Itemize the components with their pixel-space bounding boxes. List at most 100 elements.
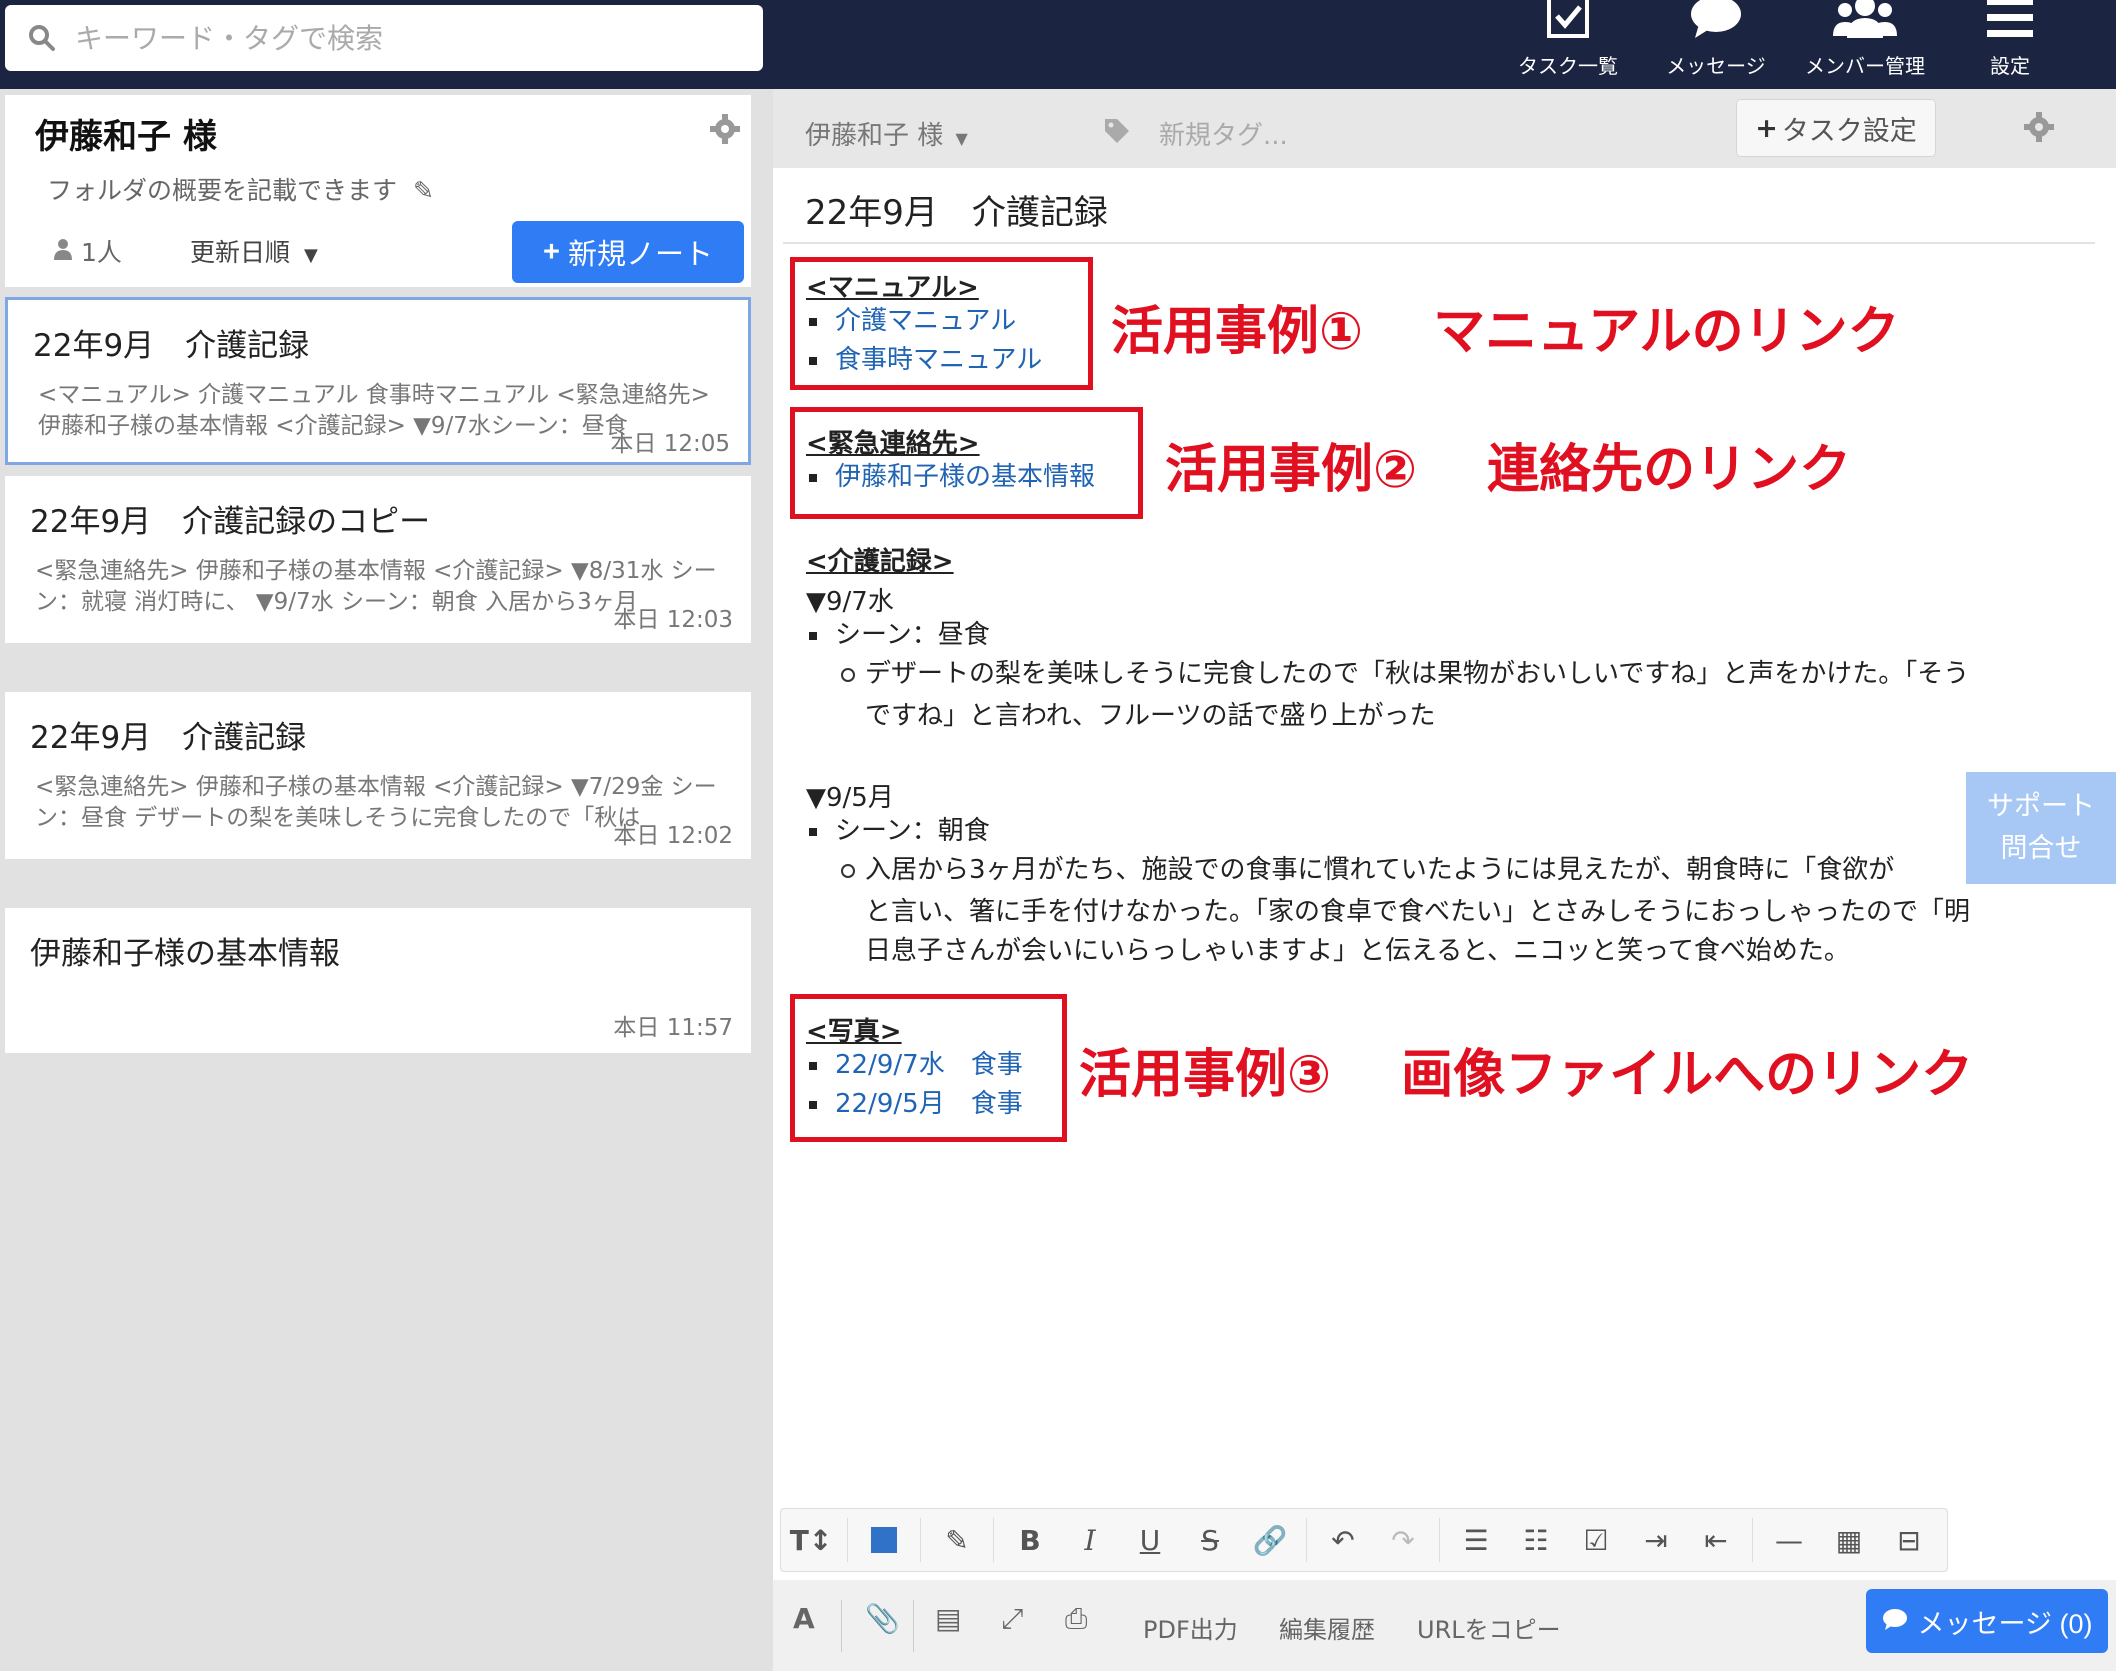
sort-label: 更新日順 — [190, 238, 291, 267]
divider — [1306, 1518, 1307, 1562]
link-icon[interactable]: 🔗 — [1240, 1508, 1300, 1572]
member-count[interactable]: 1人 — [53, 233, 122, 269]
notebook-icon[interactable]: ▤ — [935, 1602, 961, 1635]
redo-icon[interactable]: ↷ — [1373, 1508, 1433, 1572]
numbered-list-icon[interactable]: ☷ — [1506, 1508, 1566, 1572]
highlight-box — [790, 407, 1143, 519]
divider — [993, 1518, 994, 1562]
annotation-label: 活用事例① マニュアルのリンク — [1111, 302, 1900, 362]
nav-messages-label: メッセージ — [1666, 54, 1766, 78]
bold-icon[interactable]: B — [1000, 1508, 1060, 1572]
note-title: 22年9月 介護記録 — [33, 328, 310, 364]
paperclip-icon[interactable]: 📎 — [865, 1602, 900, 1635]
search-box[interactable] — [5, 5, 763, 71]
note-item[interactable]: 伊藤和子様の基本情報 本日 11:57 — [5, 908, 751, 1053]
folder-description[interactable]: フォルダの概要を記載できます ✎ — [47, 171, 434, 207]
print-icon[interactable]: ⎙ — [1065, 1602, 1087, 1636]
care-heading: <介護記録> — [806, 547, 954, 577]
divider — [913, 1600, 914, 1652]
underline-icon[interactable]: U — [1120, 1508, 1180, 1572]
note-item[interactable]: 22年9月 介護記録 <マニュアル> 介護マニュアル 食事時マニュアル <緊急連… — [5, 297, 751, 465]
folder-gear-icon[interactable] — [709, 113, 741, 149]
note-list-panel: 伊藤和子 様 フォルダの概要を記載できます ✎ 1人 更新日順 ▼ + 新規ノー… — [0, 89, 773, 1671]
highlight-box — [790, 994, 1067, 1142]
sort-dropdown[interactable]: 更新日順 ▼ — [190, 233, 318, 269]
members-icon — [1833, 0, 1897, 44]
message-bubble-icon — [1689, 0, 1743, 44]
pdf-export-button[interactable]: PDF出力 — [1143, 1610, 1238, 1645]
entry-text-cont: 日息子さんが会いにいらっしゃいますよ」と伝えると、ニコッと笑って食べ始めた。 — [865, 936, 1850, 966]
entry-text-cont: と言い、箸に手を付けなかった。「家の食卓で食べたい」とさみしそうにおっしゃったの… — [865, 897, 1971, 927]
format-toolbar: T↕ ✎ B I U S 🔗 ↶ ↷ ☰ ☷ ☑ ⇥ ⇤ — ▦ ⊟ — [780, 1508, 1948, 1572]
nav-settings[interactable]: 設定 — [1960, 0, 2060, 89]
divider — [847, 1518, 848, 1562]
plus-icon: + — [1755, 112, 1778, 144]
search-icon — [27, 23, 57, 53]
italic-icon[interactable]: I — [1060, 1508, 1120, 1572]
text-size-icon[interactable]: T↕ — [781, 1508, 841, 1572]
indent-icon[interactable]: ⇥ — [1626, 1508, 1686, 1572]
note-item[interactable]: 22年9月 介護記録のコピー <緊急連絡先> 伊藤和子様の基本情報 <介護記録>… — [5, 476, 751, 643]
task-settings-label: タスク設定 — [1781, 115, 1917, 147]
entry-text: デザートの梨を美味しそうに完食したので「秋は果物がおいしいですね」と声をかけた。… — [840, 655, 1969, 694]
note-time: 本日 12:02 — [613, 823, 733, 849]
caret-down-icon: ▼ — [955, 129, 968, 148]
expand-icon[interactable]: ⤢ — [1001, 1602, 1023, 1636]
editor-gear-icon[interactable] — [2023, 111, 2055, 147]
note-time: 本日 12:03 — [613, 607, 733, 633]
entry-text-cont: ですね」と言われ、フルーツの話で盛り上がった — [865, 701, 1436, 731]
folder-description-text: フォルダの概要を記載できます — [47, 176, 398, 205]
horizontal-rule-icon[interactable]: — — [1759, 1508, 1819, 1572]
menu-icon — [1987, 0, 2033, 44]
nav-members[interactable]: メンバー管理 — [1800, 0, 1930, 89]
strikethrough-icon[interactable]: S — [1180, 1508, 1240, 1572]
nav-tasks[interactable]: タスク一覧 — [1508, 0, 1628, 89]
note-time: 本日 11:57 — [613, 1015, 733, 1041]
search-input[interactable] — [75, 21, 725, 55]
font-icon[interactable]: A — [793, 1602, 815, 1635]
folder-title: 伊藤和子 様 — [35, 117, 217, 157]
task-settings-button[interactable]: + タスク設定 — [1736, 99, 1936, 157]
nav-tasks-label: タスク一覧 — [1518, 54, 1618, 78]
highlighter-icon[interactable]: ✎ — [927, 1508, 987, 1572]
new-note-button[interactable]: + 新規ノート — [512, 221, 744, 283]
member-count-text: 1人 — [81, 238, 122, 267]
entry-scene: シーン：朝食 — [809, 813, 990, 849]
nav-members-label: メンバー管理 — [1805, 54, 1925, 78]
support-line1: サポート — [1987, 791, 2095, 822]
pencil-icon[interactable]: ✎ — [413, 176, 434, 205]
entry-date: ▼9/5月 — [806, 783, 894, 813]
highlight-box — [790, 257, 1093, 390]
copy-url-button[interactable]: URLをコピー — [1417, 1610, 1561, 1645]
person-icon — [53, 237, 73, 266]
divider — [1752, 1518, 1753, 1562]
text-color-icon[interactable] — [854, 1508, 914, 1572]
tag-input[interactable]: 新規タグ... — [1103, 115, 1288, 152]
support-tab[interactable]: サポート 問合せ — [1966, 772, 2116, 884]
plus-icon: + — [543, 235, 560, 268]
owner-label: 伊藤和子 様 — [805, 121, 944, 151]
entry-scene: シーン：昼食 — [809, 617, 990, 653]
entry-date: ▼9/7水 — [806, 587, 894, 617]
caret-down-icon: ▼ — [303, 245, 318, 266]
annotation-label: 活用事例③ 画像ファイルへのリンク — [1079, 1045, 1974, 1105]
outdent-icon[interactable]: ⇤ — [1686, 1508, 1746, 1572]
nav-messages[interactable]: メッセージ — [1656, 0, 1776, 89]
divider — [841, 1600, 842, 1652]
note-item[interactable]: 22年9月 介護記録 <緊急連絡先> 伊藤和子様の基本情報 <介護記録> ▼7/… — [5, 692, 751, 859]
nav-settings-label: 設定 — [1990, 54, 2030, 78]
entry-text: 入居から3ヶ月がたち、施設での食事に慣れていたようには見えたが、朝食時に「食欲が — [840, 851, 1894, 890]
message-button[interactable]: メッセージ (0) — [1866, 1589, 2108, 1653]
top-bar: タスク一覧 メッセージ メンバー管理 設定 — [0, 0, 2116, 89]
document-title[interactable]: 22年9月 介護記録 — [805, 185, 1108, 234]
bullet-list-icon[interactable]: ☰ — [1446, 1508, 1506, 1572]
undo-icon[interactable]: ↶ — [1313, 1508, 1373, 1572]
collapse-icon[interactable]: ⊟ — [1879, 1508, 1939, 1572]
edit-history-button[interactable]: 編集履歴 — [1279, 1610, 1375, 1645]
checklist-icon[interactable]: ☑ — [1566, 1508, 1626, 1572]
table-icon[interactable]: ▦ — [1819, 1508, 1879, 1572]
owner-dropdown[interactable]: 伊藤和子 様 ▼ — [805, 115, 968, 152]
note-title: 22年9月 介護記録のコピー — [30, 504, 431, 540]
note-title: 22年9月 介護記録 — [30, 720, 307, 756]
note-time: 本日 12:05 — [610, 431, 730, 457]
